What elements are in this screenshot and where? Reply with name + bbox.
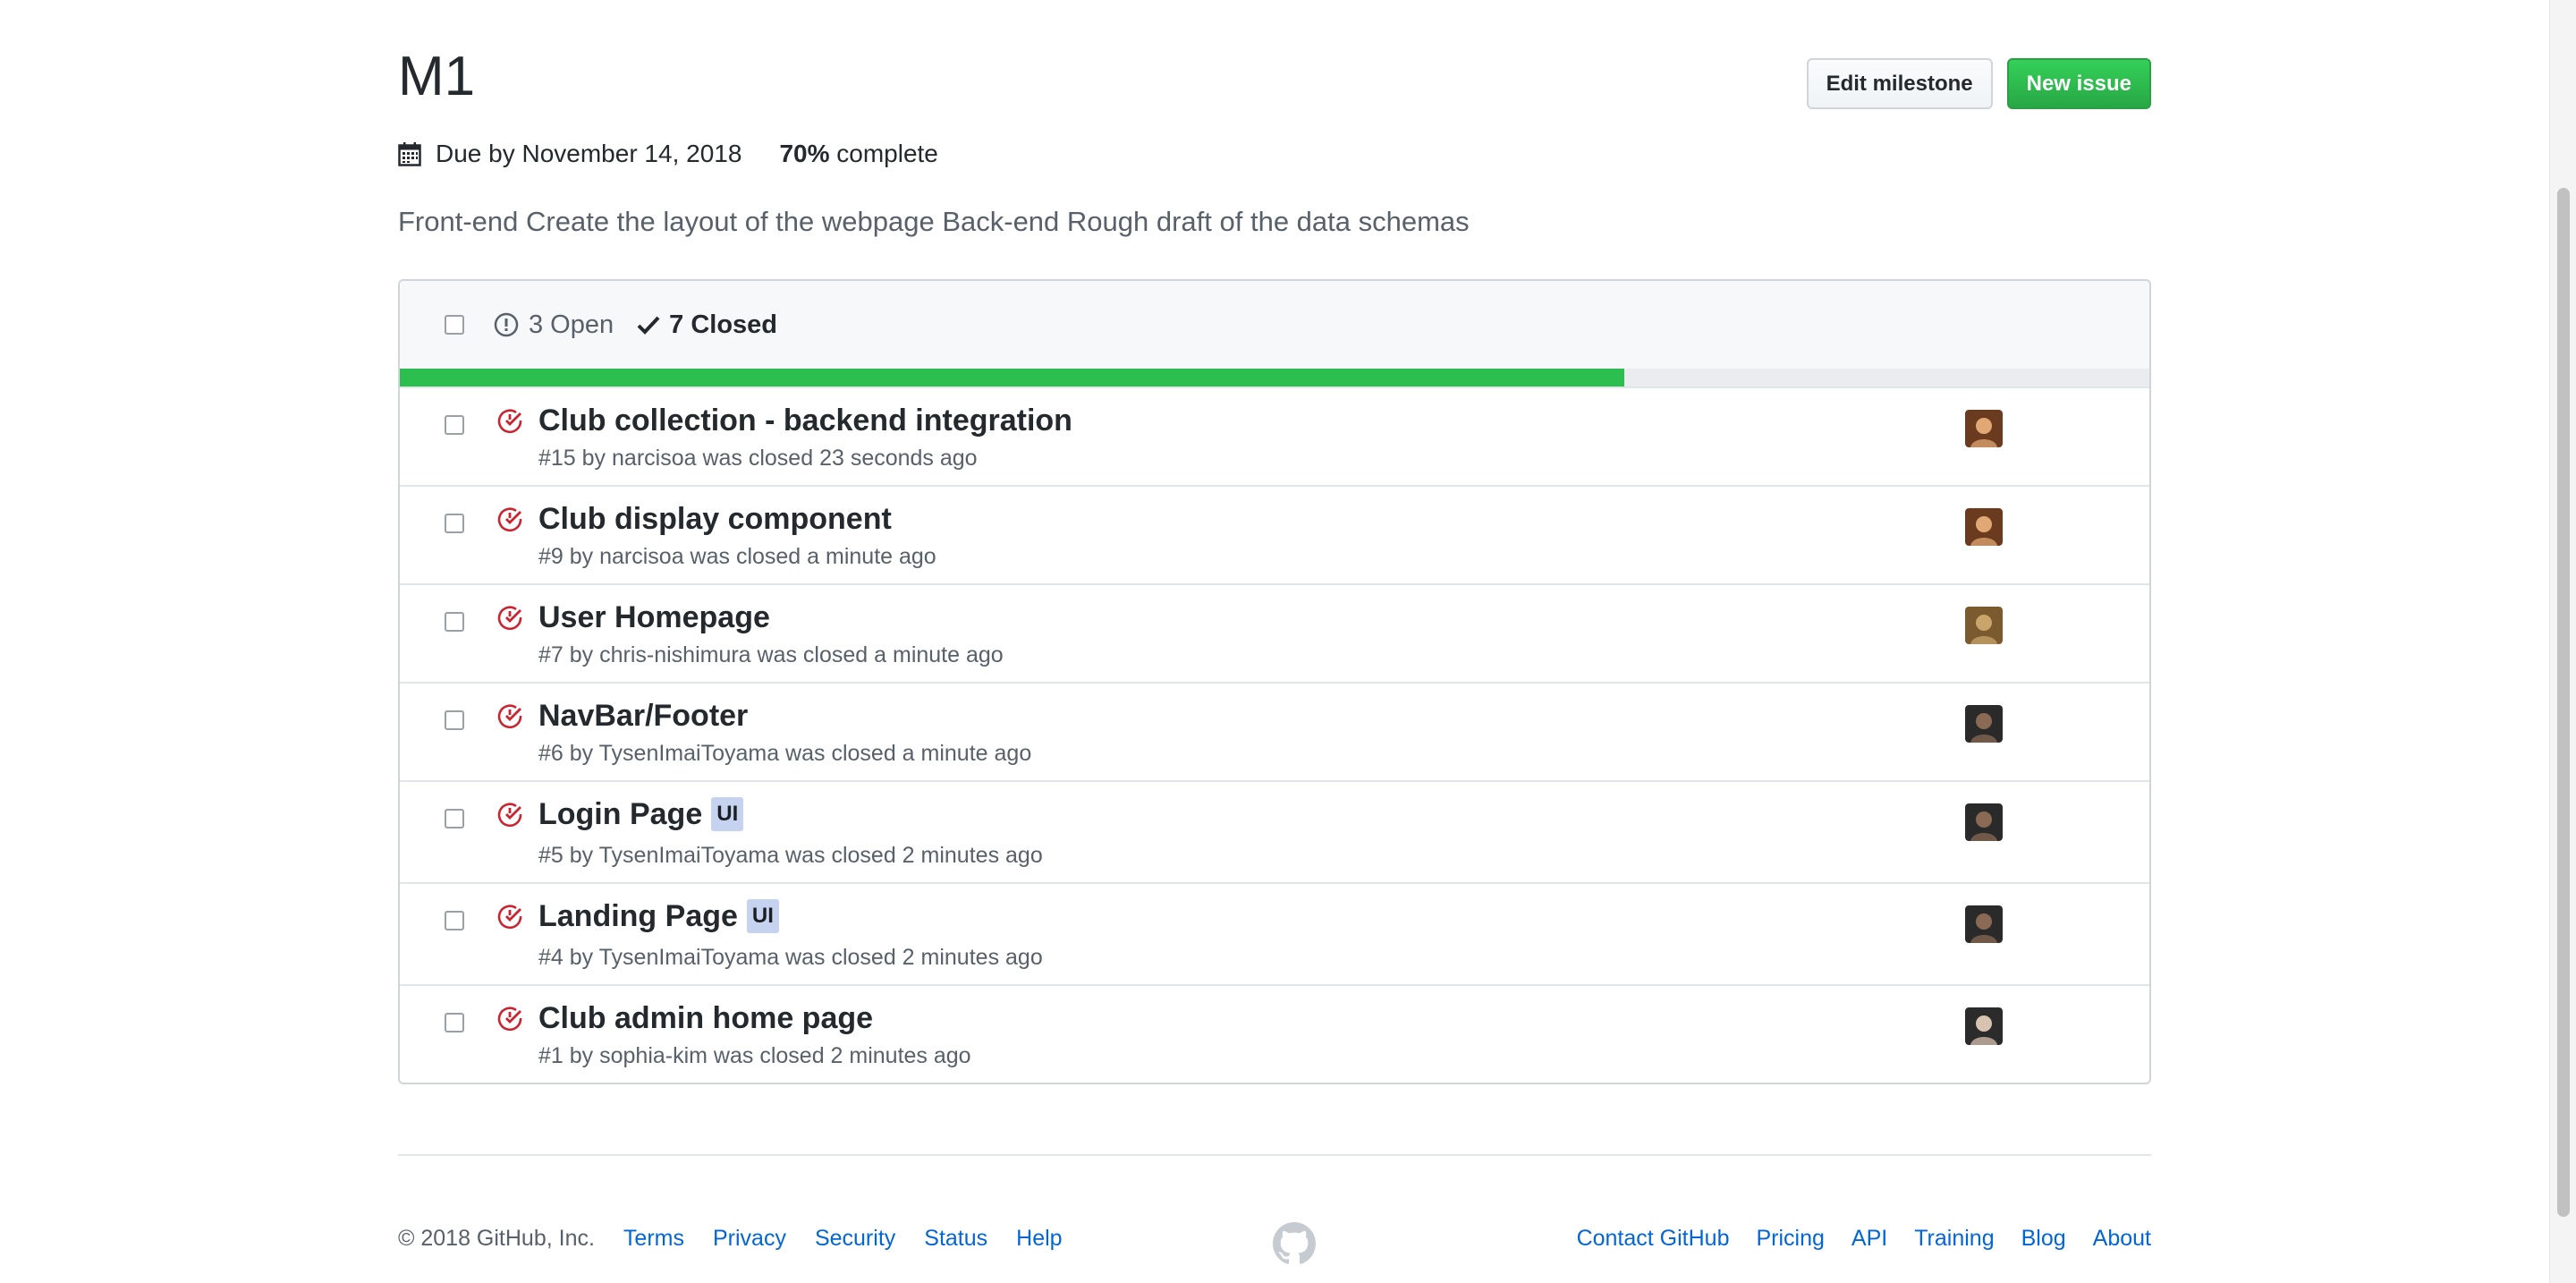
issue-closed-icon [497, 1007, 522, 1032]
open-filter[interactable]: 3 Open [493, 310, 614, 340]
page-scrollbar[interactable] [2549, 0, 2576, 1283]
issue-meta: #5 by TysenImaiToyama was closed 2 minut… [538, 843, 1043, 868]
milestone-actions: Edit milestone New issue [1806, 58, 2151, 109]
issue-title-line: Landing Page UI [538, 896, 779, 936]
issue-checkbox[interactable] [445, 514, 464, 533]
issue-title-link[interactable]: Login Page [538, 797, 702, 832]
issue-label-ui[interactable]: UI [711, 797, 744, 831]
issue-meta: #15 by narcisoa was closed 23 seconds ag… [538, 446, 978, 471]
footer-link-terms[interactable]: Terms [623, 1226, 684, 1252]
footer-link-training[interactable]: Training [1914, 1226, 1994, 1252]
assignee-avatar[interactable] [1965, 607, 2003, 644]
issue-checkbox[interactable] [445, 415, 464, 435]
issue-checkbox[interactable] [445, 710, 464, 730]
issue-title-link[interactable]: Club collection - backend integration [538, 404, 1072, 438]
issue-closed-icon [497, 803, 522, 828]
footer-divider [398, 1154, 2151, 1156]
edit-milestone-button[interactable]: Edit milestone [1806, 58, 1993, 109]
footer-link-security[interactable]: Security [815, 1226, 895, 1252]
percent-value: 70% [779, 140, 830, 167]
select-all-checkbox[interactable] [445, 315, 464, 335]
assignee-avatar[interactable] [1965, 410, 2003, 447]
footer-link-privacy[interactable]: Privacy [713, 1226, 786, 1252]
scrollbar-thumb[interactable] [2557, 188, 2570, 1217]
milestone-progress-bar [400, 369, 2149, 387]
footer-link-about[interactable]: About [2093, 1226, 2151, 1252]
issue-title-line: NavBar/Footer [538, 696, 748, 735]
issue-closed-icon [497, 507, 522, 532]
issue-title-link[interactable]: NavBar/Footer [538, 699, 748, 734]
issue-label-ui[interactable]: UI [746, 899, 779, 933]
footer-right: Contact GitHub Pricing API Training Blog… [1577, 1226, 2151, 1252]
issue-title-line: Club collection - backend integration [538, 401, 1072, 440]
milestone-title: M1 [398, 46, 476, 107]
issue-title-line: User Homepage [538, 598, 770, 637]
progress-bar-fill [400, 369, 1625, 387]
issue-checkbox[interactable] [445, 1013, 464, 1032]
issue-title-line: Login Page UI [538, 794, 744, 834]
assignee-avatar[interactable] [1965, 905, 2003, 943]
footer-left: © 2018 GitHub, Inc. Terms Privacy Securi… [398, 1226, 1063, 1252]
assignee-avatar[interactable] [1965, 508, 2003, 546]
footer-link-contact[interactable]: Contact GitHub [1577, 1226, 1730, 1252]
site-footer: © 2018 GitHub, Inc. Terms Privacy Securi… [398, 1222, 2151, 1264]
footer-copyright: © 2018 GitHub, Inc. [398, 1226, 595, 1251]
issue-list: Club collection - backend integration #15… [400, 387, 2149, 1083]
issue-closed-icon [497, 905, 522, 930]
issue-opened-icon [494, 312, 519, 337]
issue-title-link[interactable]: Club display component [538, 502, 892, 537]
assignee-avatar[interactable] [1965, 803, 2003, 841]
issue-meta: #6 by TysenImaiToyama was closed a minut… [538, 741, 1032, 766]
footer-link-blog[interactable]: Blog [2021, 1226, 2066, 1252]
issue-row[interactable]: Login Page UI #5 by TysenImaiToyama was cl… [400, 780, 2149, 882]
issue-meta: #1 by sophia-kim was closed 2 minutes ag… [538, 1043, 971, 1068]
issue-row[interactable]: Landing Page UI #4 by TysenImaiToyama was … [400, 882, 2149, 984]
new-issue-button[interactable]: New issue [2006, 58, 2151, 109]
issue-checkbox[interactable] [445, 612, 464, 632]
footer-link-api[interactable]: API [1852, 1226, 1887, 1252]
issue-title-line: Club admin home page [538, 998, 873, 1038]
issue-row[interactable]: Club collection - backend integration #15… [400, 387, 2149, 485]
issue-meta: #9 by narcisoa was closed a minute ago [538, 544, 936, 569]
issue-meta: #7 by chris-nishimura was closed a minut… [538, 642, 1004, 667]
issue-checkbox[interactable] [445, 809, 464, 828]
github-mark-icon[interactable] [1273, 1222, 1316, 1265]
closed-count: 7 Closed [669, 310, 778, 339]
milestone-meta: Due by November 14, 2018 70% complete [398, 136, 938, 172]
closed-filter[interactable]: 7 Closed [637, 310, 777, 340]
issue-row[interactable]: Club admin home page #1 by sophia-kim was… [400, 984, 2149, 1083]
issue-title-link[interactable]: Landing Page [538, 899, 738, 934]
footer-link-pricing[interactable]: Pricing [1756, 1226, 1824, 1252]
footer-link-status[interactable]: Status [924, 1226, 987, 1252]
calendar-icon [398, 141, 421, 166]
issues-box: 3 Open 7 Closed Club collection - backen… [398, 279, 2151, 1084]
milestone-description: Front-end Create the layout of the webpa… [398, 206, 1470, 237]
issue-title-line: Club display component [538, 499, 892, 539]
open-count: 3 Open [529, 310, 614, 339]
footer-link-help[interactable]: Help [1016, 1226, 1062, 1252]
issue-row[interactable]: NavBar/Footer #6 by TysenImaiToyama was c… [400, 682, 2149, 780]
issue-closed-icon [497, 606, 522, 631]
issue-closed-icon [497, 409, 522, 434]
issues-header: 3 Open 7 Closed [400, 281, 2149, 369]
assignee-avatar[interactable] [1965, 1007, 2003, 1045]
progress-percent: 70% complete [779, 140, 937, 168]
issue-row[interactable]: Club display component #9 by narcisoa was… [400, 485, 2149, 583]
assignee-avatar[interactable] [1965, 705, 2003, 743]
due-date: Due by November 14, 2018 [436, 140, 742, 167]
issue-states: 3 Open 7 Closed [493, 310, 777, 340]
issue-row[interactable]: User Homepage #7 by chris-nishimura was c… [400, 583, 2149, 682]
issue-title-link[interactable]: User Homepage [538, 600, 770, 635]
issue-checkbox[interactable] [445, 911, 464, 930]
issue-title-link[interactable]: Club admin home page [538, 1001, 873, 1036]
issue-closed-icon [497, 704, 522, 729]
percent-suffix: complete [836, 140, 938, 167]
check-icon [637, 316, 660, 335]
issue-meta: #4 by TysenImaiToyama was closed 2 minut… [538, 945, 1043, 970]
